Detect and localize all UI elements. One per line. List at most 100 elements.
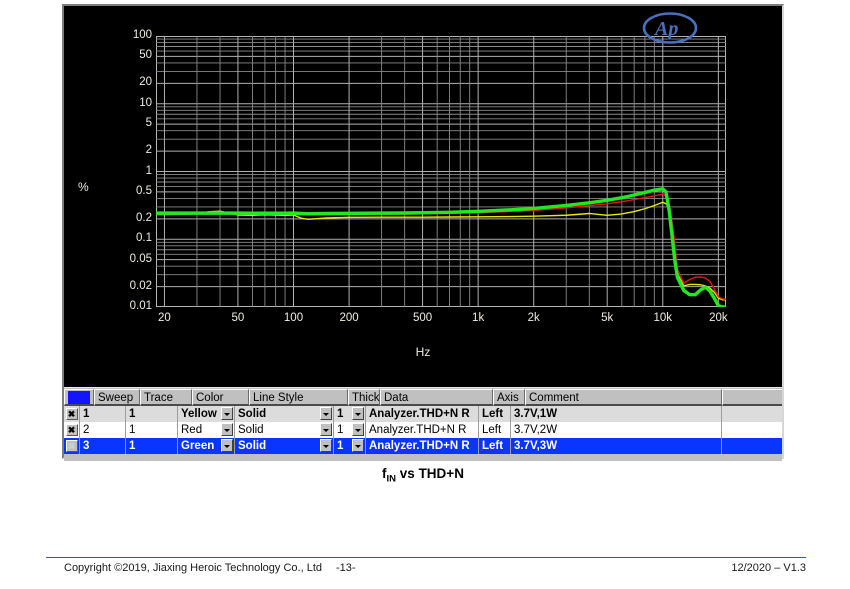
cell-comment[interactable]: 3.7V,1W: [511, 406, 722, 422]
blue-swatch-icon: [68, 391, 90, 404]
chevron-down-icon[interactable]: [221, 439, 233, 452]
column-header-data[interactable]: Data: [380, 389, 493, 406]
footer-divider: [46, 557, 806, 558]
chevron-down-icon[interactable]: [352, 423, 364, 436]
sweep-settings-table[interactable]: Sweep Trace Color Line Style Thick Data …: [64, 387, 782, 461]
y-tick-label: 100: [132, 29, 152, 41]
table-row[interactable]: ✖ 1 1 Yellow Solid 1 Analyzer.THD+N R Le…: [64, 406, 782, 422]
y-axis-title: %: [78, 180, 89, 194]
column-header-spacer: [722, 389, 782, 406]
y-tick-label: 20: [139, 76, 152, 89]
column-header-line-style[interactable]: Line Style: [249, 389, 348, 406]
x-tick-label: 2k: [527, 312, 540, 324]
table-row[interactable]: ✖ 3 1 Green Solid 1 Analyzer.THD+N R Lef…: [64, 438, 782, 454]
footer-version: 12/2020 – V1.3: [731, 562, 806, 574]
cell-line-style-select[interactable]: Solid: [235, 406, 334, 422]
x-tick-label: 5k: [601, 312, 614, 324]
chevron-down-icon[interactable]: [352, 439, 364, 452]
y-tick-label: 0.01: [129, 300, 152, 312]
x-tick-label: 100: [283, 312, 304, 324]
cell-comment[interactable]: 3.7V,2W: [511, 422, 722, 438]
cell-line-style-value: Solid: [238, 408, 267, 420]
cell-line-style-select[interactable]: Solid: [235, 438, 334, 454]
graph-area: % Hz Ap 0.01 0.02 0.05 0.1 0.2 0.5 1 2 5 10 20 50 10…: [64, 6, 782, 382]
chevron-down-icon[interactable]: [221, 407, 233, 420]
cell-color-select[interactable]: Green: [178, 438, 235, 454]
cell-comment[interactable]: 3.7V,3W: [511, 438, 722, 454]
gridlines: [156, 36, 726, 307]
y-tick-label: 0.2: [136, 211, 152, 224]
cell-thick-select[interactable]: 1: [334, 422, 366, 438]
column-header-axis[interactable]: Axis: [493, 389, 525, 406]
cell-line-style-value: Solid: [238, 440, 267, 452]
cell-sweep[interactable]: 2: [80, 422, 126, 438]
cell-line-style-select[interactable]: Solid: [235, 422, 334, 438]
y-tick-label: 5: [145, 117, 152, 130]
cell-axis[interactable]: Left: [479, 438, 511, 454]
cell-line-style-value: Solid: [238, 424, 264, 436]
cell-data[interactable]: Analyzer.THD+N R: [366, 438, 479, 454]
footer-page-number: -13-: [336, 562, 356, 574]
cell-sweep[interactable]: 3: [80, 438, 126, 454]
cell-color-value: Red: [181, 424, 203, 436]
series-line: [156, 201, 726, 301]
x-tick-label: 1k: [472, 312, 485, 324]
column-header-color[interactable]: Color: [192, 389, 249, 406]
y-tick-label: 1: [145, 164, 152, 177]
y-tick-label: 0.1: [136, 232, 152, 245]
row-close-button[interactable]: ✖: [64, 406, 80, 422]
y-tick-label: 50: [139, 49, 152, 62]
close-x-icon[interactable]: ✖: [65, 408, 78, 420]
chevron-down-icon[interactable]: [352, 407, 364, 420]
cell-data[interactable]: Analyzer.THD+N R: [366, 406, 479, 422]
row-close-button[interactable]: ✖: [64, 438, 80, 454]
row-close-button[interactable]: ✖: [64, 422, 80, 438]
cell-color-value: Yellow: [181, 408, 217, 420]
x-axis-title: Hz: [415, 345, 431, 359]
column-header-trace[interactable]: Trace: [140, 389, 192, 406]
x-tick-label: 20k: [709, 312, 728, 324]
cell-spacer: [722, 422, 782, 438]
x-tick-label: 10k: [653, 312, 673, 324]
cell-spacer: [722, 438, 782, 454]
y-tick-label: 0.02: [129, 279, 152, 292]
cell-thick-select[interactable]: 1: [334, 438, 366, 454]
cell-thick-value: 1: [337, 424, 344, 436]
plot-canvas: [156, 36, 726, 307]
chevron-down-icon[interactable]: [320, 439, 332, 452]
cell-sweep[interactable]: 1: [80, 406, 126, 422]
figure-caption: fIN vs THD+N: [62, 466, 784, 485]
column-header-comment[interactable]: Comment: [525, 389, 722, 406]
chevron-down-icon[interactable]: [221, 423, 233, 436]
cell-color-select[interactable]: Red: [178, 422, 235, 438]
caption-suffix: vs THD+N: [396, 466, 464, 481]
caption-subscript: IN: [386, 473, 397, 485]
cell-trace[interactable]: 1: [126, 422, 178, 438]
column-header-sweep[interactable]: Sweep: [94, 389, 140, 406]
table-header-row: Sweep Trace Color Line Style Thick Data …: [64, 388, 782, 406]
x-tick-label: 20: [158, 312, 171, 324]
cell-color-value: Green: [181, 440, 215, 452]
cell-color-select[interactable]: Yellow: [178, 406, 235, 422]
footer-copyright: Copyright ©2019, Jiaxing Heroic Technolo…: [64, 562, 322, 574]
cell-data[interactable]: Analyzer.THD+N R: [366, 422, 479, 438]
close-x-icon[interactable]: ✖: [65, 440, 78, 452]
y-tick-label: 0.5: [136, 184, 152, 197]
x-tick-label: 200: [339, 312, 359, 324]
chevron-down-icon[interactable]: [320, 407, 332, 420]
audio-precision-plot-window: % Hz Ap 0.01 0.02 0.05 0.1 0.2 0.5 1 2 5 10 20 50 10…: [62, 4, 784, 461]
cell-spacer: [722, 406, 782, 422]
cell-thick-value: 1: [337, 408, 344, 420]
close-x-icon[interactable]: ✖: [65, 424, 78, 436]
column-header-thick[interactable]: Thick: [348, 389, 380, 406]
cell-trace[interactable]: 1: [126, 406, 178, 422]
chevron-down-icon[interactable]: [320, 423, 332, 436]
y-tick-label: 0.05: [129, 252, 152, 265]
y-tick-label: 2: [145, 144, 152, 157]
cell-thick-value: 1: [337, 440, 344, 452]
table-row[interactable]: ✖ 2 1 Red Solid 1 Analyzer.THD+N R Left …: [64, 422, 782, 438]
cell-thick-select[interactable]: 1: [334, 406, 366, 422]
cell-axis[interactable]: Left: [479, 406, 511, 422]
cell-trace[interactable]: 1: [126, 438, 178, 454]
cell-axis[interactable]: Left: [479, 422, 511, 438]
